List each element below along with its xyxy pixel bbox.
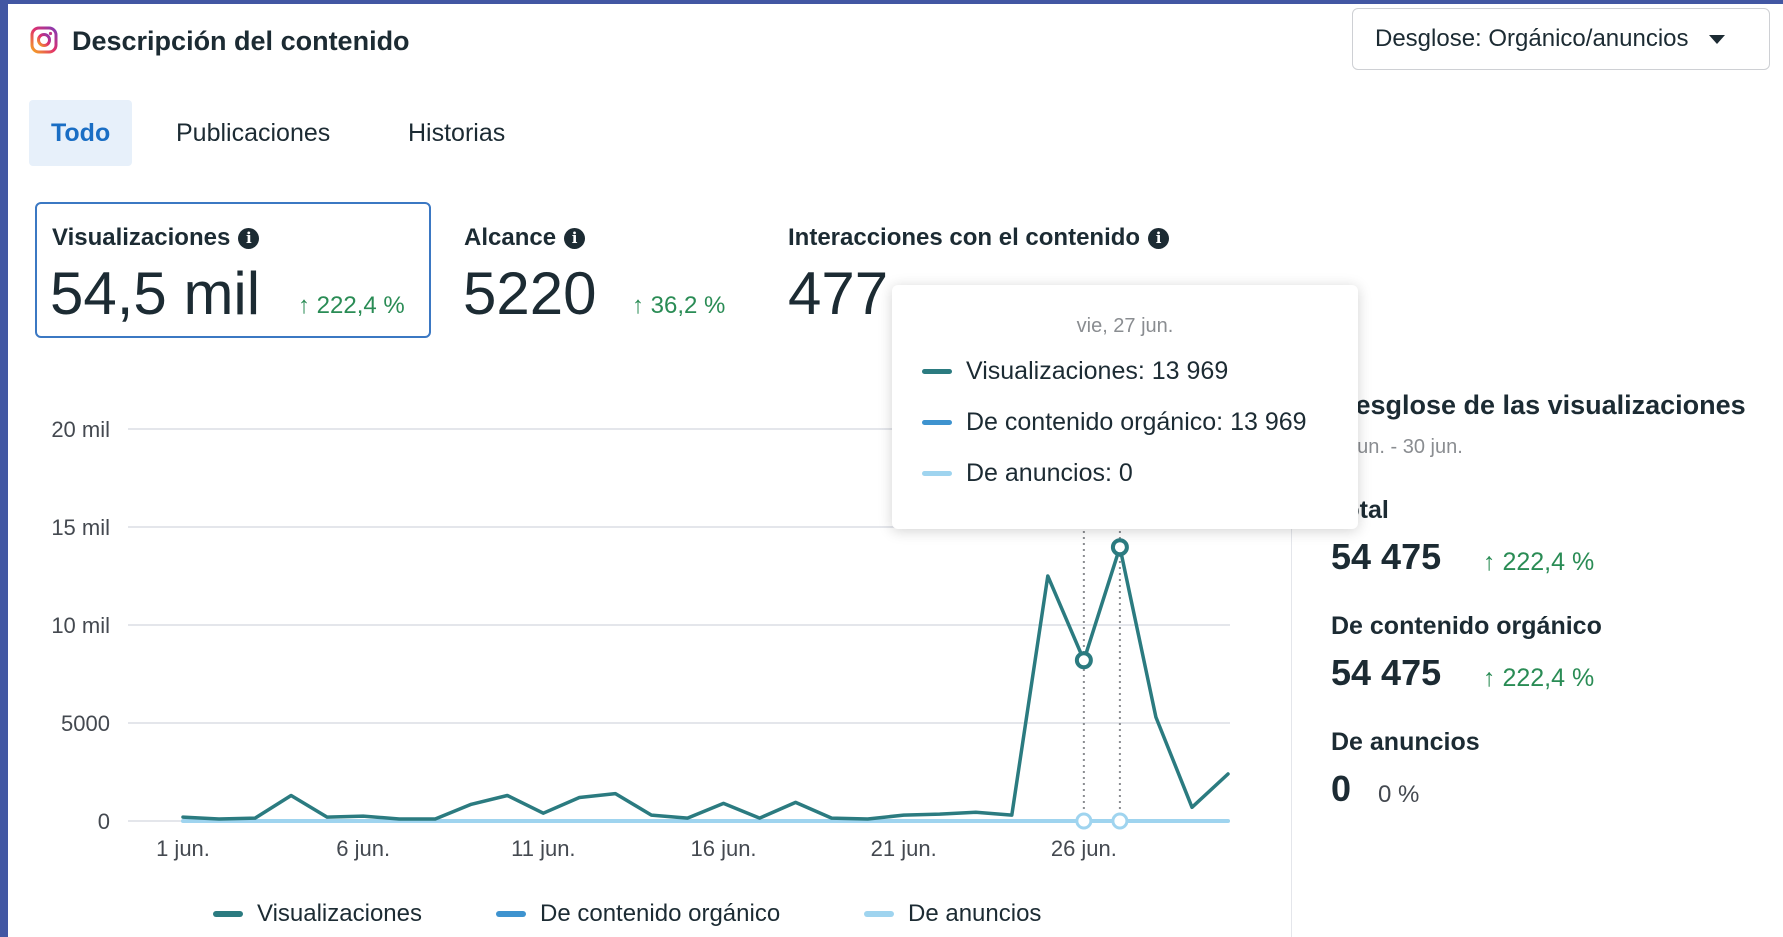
tooltip-swatch <box>922 471 952 476</box>
tooltip-row-organico: De contenido orgánico: 13 969 <box>922 408 1307 437</box>
breakdown-ads-value: 0 <box>1331 768 1352 809</box>
tooltip-row-visualizaciones: Visualizaciones: 13 969 <box>922 357 1228 386</box>
breakdown-title: Desglose de las visualizaciones <box>1336 390 1746 420</box>
data-point-ads <box>1111 812 1129 830</box>
breakdown-total-value: 54 475 <box>1331 536 1442 577</box>
breakdown-ads-change: 0 % <box>1378 781 1420 808</box>
y-tick-label: 15 mil <box>51 515 110 540</box>
breakdown-organic-label: De contenido orgánico <box>1331 612 1602 640</box>
tooltip-row-text: Visualizaciones: 13 969 <box>966 357 1229 385</box>
breakdown-organic-change: ↑ 222,4 % <box>1483 664 1595 692</box>
legend-swatch <box>213 911 243 917</box>
data-point-views <box>1074 651 1093 670</box>
breakdown-dropdown-label: Desglose: Orgánico/anuncios <box>1375 25 1689 52</box>
x-tick-label: 21 jun. <box>871 836 937 861</box>
x-tick-label: 16 jun. <box>690 836 756 861</box>
data-point-views <box>1110 538 1129 557</box>
caret-down-icon <box>1708 34 1725 44</box>
content-overview-panel: Descripción del contenido Desglose: Orgá… <box>8 4 1783 937</box>
legend-swatch <box>864 911 894 917</box>
breakdown-dropdown[interactable]: Desglose: Orgánico/anuncios <box>1352 8 1770 70</box>
x-tick-label: 11 jun. <box>511 836 575 861</box>
series-line-0 <box>181 545 1230 821</box>
legend-item-anuncios[interactable]: De anuncios <box>864 900 1041 928</box>
tooltip-date: vie, 27 jun. <box>1076 315 1174 337</box>
chart-tooltip: vie, 27 jun. Visualizaciones: 13 969 De … <box>892 285 1358 529</box>
legend-item-visualizaciones[interactable]: Visualizaciones <box>213 900 422 928</box>
y-tick-label: 5000 <box>61 711 110 736</box>
legend-item-organico[interactable]: De contenido orgánico <box>496 900 780 928</box>
tooltip-swatch <box>922 420 952 425</box>
data-point-ads <box>1075 812 1093 830</box>
y-tick-label: 0 <box>98 809 110 834</box>
legend-label: De anuncios <box>908 900 1042 927</box>
legend-label: Visualizaciones <box>257 900 422 927</box>
legend-swatch <box>496 911 526 917</box>
breakdown-organic-value: 54 475 <box>1331 652 1442 693</box>
x-tick-label: 1 jun. <box>156 836 210 861</box>
y-tick-label: 20 mil <box>51 417 110 442</box>
tooltip-row-text: De anuncios: 0 <box>966 459 1133 487</box>
tooltip-swatch <box>922 369 952 374</box>
x-tick-label: 26 jun. <box>1051 836 1117 861</box>
breakdown-ads-label: De anuncios <box>1331 728 1480 756</box>
legend-label: De contenido orgánico <box>540 900 781 927</box>
tooltip-row-anuncios: De anuncios: 0 <box>922 459 1133 488</box>
tooltip-row-text: De contenido orgánico: 13 969 <box>966 408 1307 436</box>
x-tick-label: 6 jun. <box>336 836 390 861</box>
breakdown-total-change: ↑ 222,4 % <box>1483 548 1595 576</box>
y-tick-label: 10 mil <box>51 613 110 638</box>
